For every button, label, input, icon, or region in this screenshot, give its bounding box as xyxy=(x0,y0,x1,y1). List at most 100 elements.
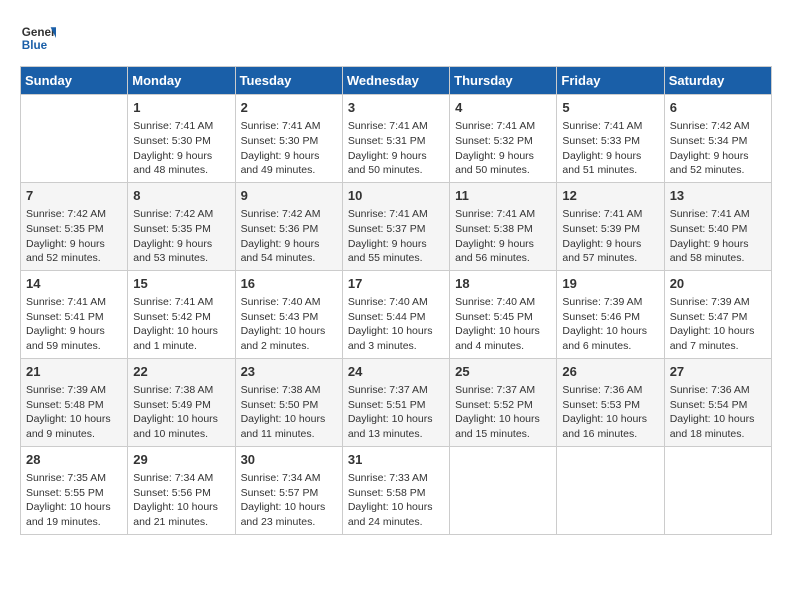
day-number: 10 xyxy=(348,187,444,205)
calendar-cell: 6 Sunrise: 7:42 AM Sunset: 5:34 PM Daylig… xyxy=(664,95,771,183)
calendar-cell: 4 Sunrise: 7:41 AM Sunset: 5:32 PM Daylig… xyxy=(450,95,557,183)
day-number: 16 xyxy=(241,275,337,293)
day-number: 5 xyxy=(562,99,658,117)
day-info: Sunrise: 7:41 AM Sunset: 5:31 PM Dayligh… xyxy=(348,119,444,178)
week-row-1: 1 Sunrise: 7:41 AM Sunset: 5:30 PM Daylig… xyxy=(21,95,772,183)
day-info: Sunrise: 7:42 AM Sunset: 5:35 PM Dayligh… xyxy=(133,207,229,266)
calendar-cell: 10 Sunrise: 7:41 AM Sunset: 5:37 PM Dayli… xyxy=(342,182,449,270)
day-number: 2 xyxy=(241,99,337,117)
calendar-cell: 17 Sunrise: 7:40 AM Sunset: 5:44 PM Dayli… xyxy=(342,270,449,358)
day-info: Sunrise: 7:35 AM Sunset: 5:55 PM Dayligh… xyxy=(26,471,122,530)
day-number: 4 xyxy=(455,99,551,117)
day-info: Sunrise: 7:41 AM Sunset: 5:41 PM Dayligh… xyxy=(26,295,122,354)
week-row-5: 28 Sunrise: 7:35 AM Sunset: 5:55 PM Dayli… xyxy=(21,446,772,534)
col-header-monday: Monday xyxy=(128,67,235,95)
week-row-4: 21Sunrise: 7:39 AM Sunset: 5:48 PM Dayli… xyxy=(21,358,772,446)
day-number: 11 xyxy=(455,187,551,205)
day-number: 21 xyxy=(26,363,122,381)
calendar-cell: 7 Sunrise: 7:42 AM Sunset: 5:35 PM Daylig… xyxy=(21,182,128,270)
day-info: Sunrise: 7:42 AM Sunset: 5:36 PM Dayligh… xyxy=(241,207,337,266)
day-info: Sunrise: 7:41 AM Sunset: 5:40 PM Dayligh… xyxy=(670,207,766,266)
day-info: Sunrise: 7:39 AM Sunset: 5:47 PM Dayligh… xyxy=(670,295,766,354)
day-info: Sunrise: 7:42 AM Sunset: 5:34 PM Dayligh… xyxy=(670,119,766,178)
col-header-friday: Friday xyxy=(557,67,664,95)
day-number: 24 xyxy=(348,363,444,381)
col-header-thursday: Thursday xyxy=(450,67,557,95)
day-info: Sunrise: 7:42 AM Sunset: 5:35 PM Dayligh… xyxy=(26,207,122,266)
day-number: 31 xyxy=(348,451,444,469)
day-number: 19 xyxy=(562,275,658,293)
calendar-cell: 25 Sunrise: 7:37 AM Sunset: 5:52 PM Dayli… xyxy=(450,358,557,446)
col-header-sunday: Sunday xyxy=(21,67,128,95)
calendar-header-row: SundayMondayTuesdayWednesdayThursdayFrid… xyxy=(21,67,772,95)
day-number: 3 xyxy=(348,99,444,117)
day-info: Sunrise: 7:37 AM Sunset: 5:51 PM Dayligh… xyxy=(348,383,444,442)
calendar-cell: 21Sunrise: 7:39 AM Sunset: 5:48 PM Dayli… xyxy=(21,358,128,446)
day-info: Sunrise: 7:36 AM Sunset: 5:53 PM Dayligh… xyxy=(562,383,658,442)
day-info: Sunrise: 7:38 AM Sunset: 5:49 PM Dayligh… xyxy=(133,383,229,442)
day-number: 1 xyxy=(133,99,229,117)
calendar-cell: 8 Sunrise: 7:42 AM Sunset: 5:35 PM Daylig… xyxy=(128,182,235,270)
day-number: 20 xyxy=(670,275,766,293)
day-info: Sunrise: 7:40 AM Sunset: 5:44 PM Dayligh… xyxy=(348,295,444,354)
calendar-cell: 20 Sunrise: 7:39 AM Sunset: 5:47 PM Dayli… xyxy=(664,270,771,358)
day-number: 8 xyxy=(133,187,229,205)
calendar-cell xyxy=(664,446,771,534)
day-info: Sunrise: 7:34 AM Sunset: 5:57 PM Dayligh… xyxy=(241,471,337,530)
day-number: 30 xyxy=(241,451,337,469)
day-info: Sunrise: 7:41 AM Sunset: 5:33 PM Dayligh… xyxy=(562,119,658,178)
day-info: Sunrise: 7:41 AM Sunset: 5:30 PM Dayligh… xyxy=(241,119,337,178)
day-number: 9 xyxy=(241,187,337,205)
day-info: Sunrise: 7:40 AM Sunset: 5:45 PM Dayligh… xyxy=(455,295,551,354)
calendar-cell: 9 Sunrise: 7:42 AM Sunset: 5:36 PM Daylig… xyxy=(235,182,342,270)
day-info: Sunrise: 7:41 AM Sunset: 5:42 PM Dayligh… xyxy=(133,295,229,354)
calendar-cell: 26Sunrise: 7:36 AM Sunset: 5:53 PM Dayli… xyxy=(557,358,664,446)
day-number: 17 xyxy=(348,275,444,293)
calendar-cell xyxy=(21,95,128,183)
day-number: 27 xyxy=(670,363,766,381)
day-info: Sunrise: 7:33 AM Sunset: 5:58 PM Dayligh… xyxy=(348,471,444,530)
day-number: 6 xyxy=(670,99,766,117)
calendar-cell: 22 Sunrise: 7:38 AM Sunset: 5:49 PM Dayli… xyxy=(128,358,235,446)
day-number: 29 xyxy=(133,451,229,469)
day-info: Sunrise: 7:40 AM Sunset: 5:43 PM Dayligh… xyxy=(241,295,337,354)
day-info: Sunrise: 7:41 AM Sunset: 5:38 PM Dayligh… xyxy=(455,207,551,266)
day-number: 7 xyxy=(26,187,122,205)
calendar-cell: 23Sunrise: 7:38 AM Sunset: 5:50 PM Dayli… xyxy=(235,358,342,446)
day-number: 14 xyxy=(26,275,122,293)
logo: General Blue xyxy=(20,20,60,56)
calendar-cell: 31 Sunrise: 7:33 AM Sunset: 5:58 PM Dayli… xyxy=(342,446,449,534)
calendar-cell xyxy=(450,446,557,534)
day-info: Sunrise: 7:34 AM Sunset: 5:56 PM Dayligh… xyxy=(133,471,229,530)
calendar-cell: 16 Sunrise: 7:40 AM Sunset: 5:43 PM Dayli… xyxy=(235,270,342,358)
day-info: Sunrise: 7:37 AM Sunset: 5:52 PM Dayligh… xyxy=(455,383,551,442)
day-info: Sunrise: 7:41 AM Sunset: 5:39 PM Dayligh… xyxy=(562,207,658,266)
calendar-cell: 2 Sunrise: 7:41 AM Sunset: 5:30 PM Daylig… xyxy=(235,95,342,183)
col-header-wednesday: Wednesday xyxy=(342,67,449,95)
calendar-cell: 27 Sunrise: 7:36 AM Sunset: 5:54 PM Dayli… xyxy=(664,358,771,446)
svg-text:Blue: Blue xyxy=(22,39,48,52)
calendar-cell xyxy=(557,446,664,534)
day-number: 15 xyxy=(133,275,229,293)
col-header-saturday: Saturday xyxy=(664,67,771,95)
calendar-cell: 29 Sunrise: 7:34 AM Sunset: 5:56 PM Dayli… xyxy=(128,446,235,534)
day-info: Sunrise: 7:41 AM Sunset: 5:30 PM Dayligh… xyxy=(133,119,229,178)
calendar-cell: 13 Sunrise: 7:41 AM Sunset: 5:40 PM Dayli… xyxy=(664,182,771,270)
col-header-tuesday: Tuesday xyxy=(235,67,342,95)
day-info: Sunrise: 7:36 AM Sunset: 5:54 PM Dayligh… xyxy=(670,383,766,442)
day-number: 28 xyxy=(26,451,122,469)
week-row-2: 7 Sunrise: 7:42 AM Sunset: 5:35 PM Daylig… xyxy=(21,182,772,270)
day-info: Sunrise: 7:39 AM Sunset: 5:46 PM Dayligh… xyxy=(562,295,658,354)
week-row-3: 14 Sunrise: 7:41 AM Sunset: 5:41 PM Dayli… xyxy=(21,270,772,358)
calendar-cell: 18Sunrise: 7:40 AM Sunset: 5:45 PM Dayli… xyxy=(450,270,557,358)
svg-text:General: General xyxy=(22,26,56,39)
day-info: Sunrise: 7:41 AM Sunset: 5:32 PM Dayligh… xyxy=(455,119,551,178)
day-info: Sunrise: 7:41 AM Sunset: 5:37 PM Dayligh… xyxy=(348,207,444,266)
day-number: 25 xyxy=(455,363,551,381)
day-number: 22 xyxy=(133,363,229,381)
calendar-cell: 3 Sunrise: 7:41 AM Sunset: 5:31 PM Daylig… xyxy=(342,95,449,183)
calendar-cell: 19 Sunrise: 7:39 AM Sunset: 5:46 PM Dayli… xyxy=(557,270,664,358)
day-number: 13 xyxy=(670,187,766,205)
page-header: General Blue xyxy=(20,20,772,56)
day-number: 12 xyxy=(562,187,658,205)
